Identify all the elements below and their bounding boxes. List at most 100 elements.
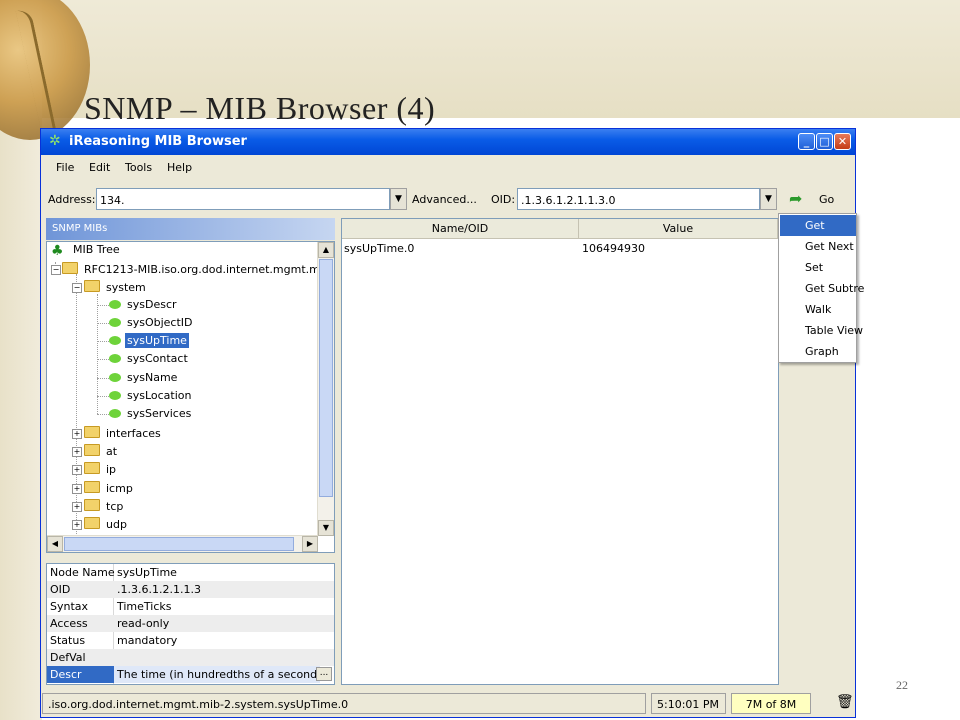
expand-icon[interactable]: + [72,429,82,439]
property-row-node-name: Node Name sysUpTime [47,564,334,581]
property-key: Syntax [50,600,89,613]
tree-node-sysservices[interactable]: sysServices [109,407,193,420]
column-header-value[interactable]: Value [579,219,778,239]
property-value: sysUpTime [117,566,177,579]
address-dropdown-button[interactable]: ▼ [390,188,407,210]
menu-item-table-view[interactable]: Table View [780,320,863,341]
node-properties-table: Node Name sysUpTime OID .1.3.6.1.2.1.1.3… [46,563,335,685]
leaf-icon [109,373,121,382]
snmp-mibs-header: SNMP MIBs [46,218,335,240]
property-value: .1.3.6.1.2.1.1.3 [117,583,201,596]
property-row-descr[interactable]: Descr The time (in hundredths of a secon… [47,666,334,683]
property-row-access: Access read-only [47,615,334,632]
expand-icon[interactable]: + [72,520,82,530]
column-header-name-oid[interactable]: Name/OID [342,219,579,239]
expand-icon[interactable]: + [72,447,82,457]
mib-tree: ♣ MIB Tree − RFC1213-MIB.iso.org.dod.inte… [46,241,335,553]
property-key: Access [50,617,88,630]
tree-node-ip[interactable]: ip [84,462,118,476]
leaf-icon [109,391,121,400]
tree-node-sysobjectid[interactable]: sysObjectID [109,316,195,329]
folder-icon [84,462,100,474]
leaf-icon [109,336,121,345]
leaf-icon [109,318,121,327]
result-table: Name/OID Value sysUpTime.0 106494930 [341,218,779,685]
property-value: TimeTicks [117,600,172,613]
menu-bar: File Edit Tools Help [41,156,855,178]
tree-node-tcp[interactable]: tcp [84,499,125,513]
result-cell-value[interactable]: 106494930 [582,242,645,255]
menu-item-get-subtree[interactable]: Get Subtre [780,278,864,299]
app-gear-icon: ✲ [49,133,61,149]
menu-tools[interactable]: Tools [125,161,152,174]
oid-label: OID: [491,193,516,206]
status-bar: .iso.org.dod.internet.mgmt.mib-2.system.… [41,691,855,717]
slide-title: SNMP – MIB Browser (4) [84,90,436,126]
oid-dropdown-button[interactable]: ▼ [760,188,777,210]
tree-node-udp[interactable]: udp [84,517,129,531]
open-folder-icon [62,262,78,274]
status-time: 5:10:01 PM [651,693,726,714]
folder-icon [84,481,100,493]
address-toolbar: Address: 134. ▼ Advanced... OID: .1.3.6.… [41,185,855,213]
tree-vertical-scrollbar[interactable]: ▲ ▼ [317,242,334,536]
expand-icon[interactable]: + [72,502,82,512]
descr-expand-button[interactable]: ... [316,667,332,681]
tree-node-mib-tree[interactable]: ♣ MIB Tree [51,243,122,258]
menu-edit[interactable]: Edit [89,161,110,174]
minimize-button[interactable]: _ [798,133,815,150]
collapse-icon[interactable]: − [51,265,61,275]
result-cell-name[interactable]: sysUpTime.0 [344,242,414,255]
collapse-icon[interactable]: − [72,283,82,293]
menu-item-get[interactable]: Get [780,215,856,236]
leaf-icon [109,300,121,309]
operations-menu: Get Get Next Set Get Subtre Walk Table V… [778,213,864,363]
tree-node-syscontact[interactable]: sysContact [109,352,190,365]
tree-connector [76,274,77,534]
garbage-collect-icon[interactable]: 🗑 [836,694,854,710]
menu-item-set[interactable]: Set [780,257,856,278]
advanced-button[interactable]: Advanced... [412,193,477,206]
tree-horizontal-scrollbar[interactable]: ◀ ▶ [47,535,318,552]
property-row-oid: OID .1.3.6.1.2.1.1.3 [47,581,334,598]
scroll-right-icon[interactable]: ▶ [302,536,318,552]
tree-node-icmp[interactable]: icmp [84,481,135,495]
tree-node-system[interactable]: system [84,280,148,294]
tree-node-sysname[interactable]: sysName [109,371,179,384]
scroll-left-icon[interactable]: ◀ [47,536,63,552]
menu-item-graph[interactable]: Graph [780,341,856,362]
property-value: mandatory [117,634,178,647]
title-bar[interactable]: ✲ iReasoning MIB Browser _ □ ✕ [41,129,855,155]
tree-node-rfc1213-mib[interactable]: RFC1213-MIB.iso.org.dod.internet.mgmt.mi… [62,262,334,276]
leaf-icon [109,409,121,418]
tree-node-syslocation[interactable]: sysLocation [109,389,194,402]
scroll-thumb[interactable] [319,259,333,497]
address-input[interactable]: 134. [96,188,390,210]
tree-node-sysuptime[interactable]: sysUpTime [109,333,189,348]
expand-icon[interactable]: + [72,465,82,475]
menu-file[interactable]: File [56,161,74,174]
oid-input[interactable]: .1.3.6.1.2.1.1.3.0 [517,188,760,210]
close-button[interactable]: ✕ [834,133,851,150]
property-key: Descr [47,666,115,683]
property-value: The time (in hundredths of a second) ... [114,666,320,683]
tree-node-at[interactable]: at [84,444,119,458]
page-number: 22 [896,678,908,692]
property-key: OID [50,583,71,596]
leaf-icon [109,354,121,363]
folder-icon [84,499,100,511]
go-button[interactable]: ➦ Go [781,186,845,212]
tree-node-interfaces[interactable]: interfaces [84,426,163,440]
tree-node-sysdescr[interactable]: sysDescr [109,298,179,311]
menu-item-walk[interactable]: Walk [780,299,856,320]
menu-help[interactable]: Help [167,161,192,174]
property-key: Node Name [50,566,115,579]
folder-icon [84,426,100,438]
expand-icon[interactable]: + [72,484,82,494]
status-oid-path: .iso.org.dod.internet.mgmt.mib-2.system.… [42,693,646,714]
scroll-thumb[interactable] [64,537,294,551]
maximize-button[interactable]: □ [816,133,833,150]
scroll-down-icon[interactable]: ▼ [318,520,334,536]
scroll-up-icon[interactable]: ▲ [318,242,334,258]
menu-item-get-next[interactable]: Get Next [780,236,856,257]
